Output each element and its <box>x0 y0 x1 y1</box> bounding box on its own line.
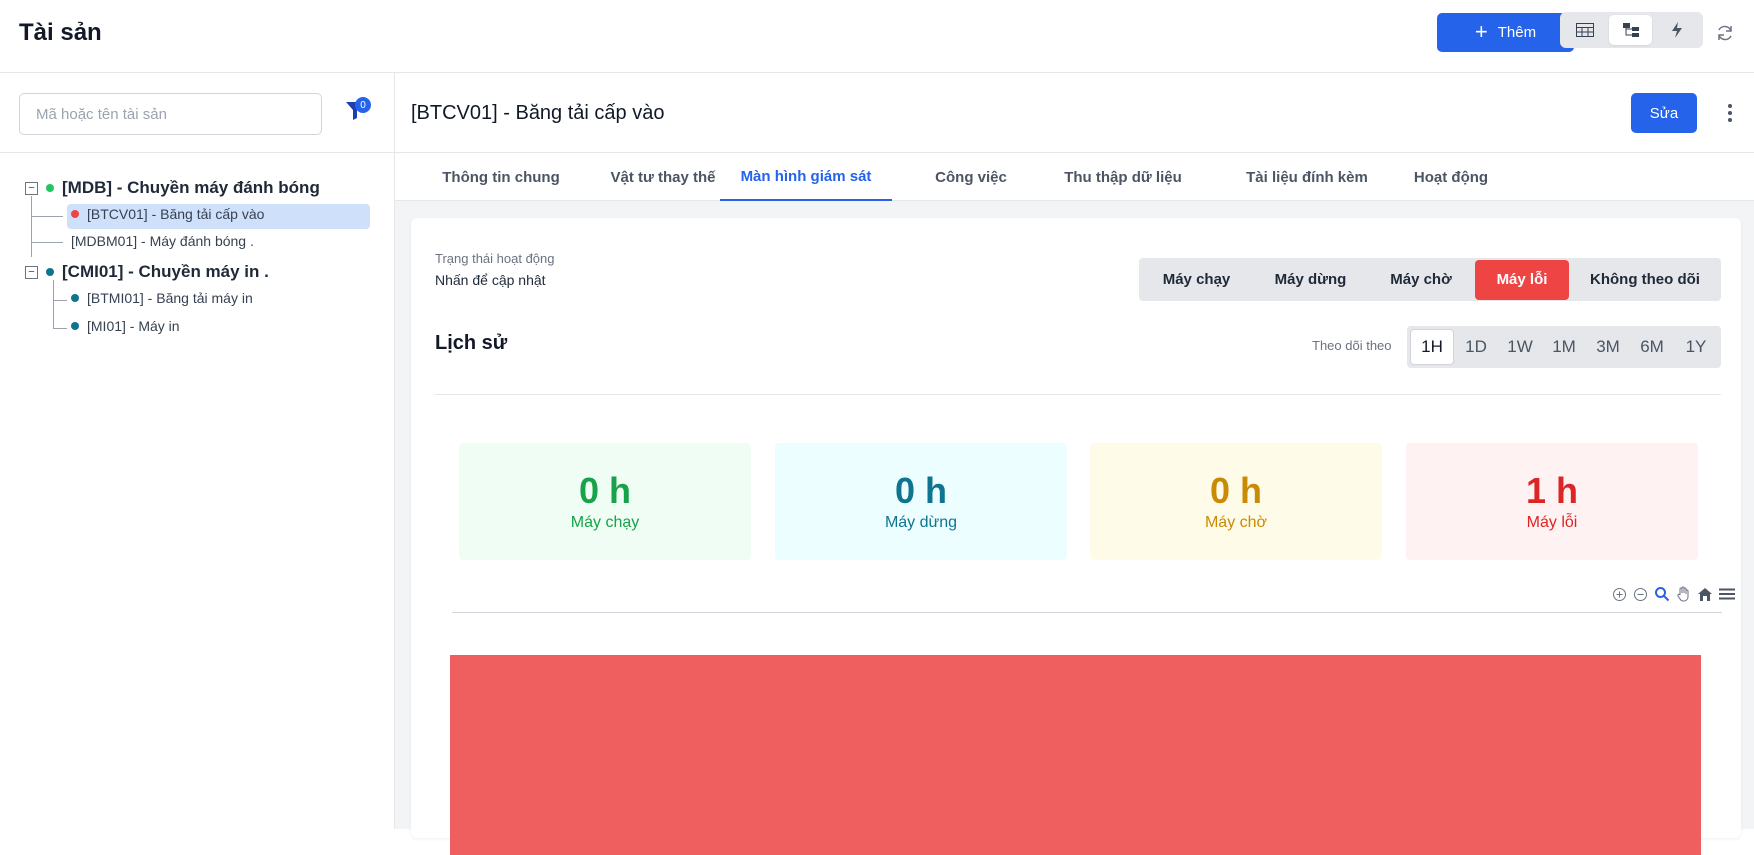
follow-by-label: Theo dõi theo <box>1312 338 1392 353</box>
status-dot <box>71 294 79 302</box>
tab-data-collection[interactable]: Thu thập dữ liệu <box>1025 153 1221 201</box>
tab-spare-parts[interactable]: Vật tư thay thế <box>583 153 743 201</box>
range-1m[interactable]: 1M <box>1542 329 1586 365</box>
zoom-select-icon[interactable] <box>1654 586 1670 602</box>
tree-connector <box>53 280 54 328</box>
status-dot <box>71 322 79 330</box>
status-selector: Máy chạy Máy dừng Máy chờ Máy lỗi Không … <box>1139 258 1721 301</box>
range-1w[interactable]: 1W <box>1498 329 1542 365</box>
filter-button[interactable]: 0 <box>345 97 371 125</box>
range-1y[interactable]: 1Y <box>1674 329 1718 365</box>
stat-label: Máy chờ <box>1204 514 1268 532</box>
edit-button[interactable]: Sửa <box>1631 93 1697 133</box>
stat-idle: 0 h Máy chờ <box>1090 443 1382 560</box>
chart-gridline <box>452 612 1722 613</box>
pan-icon[interactable] <box>1676 586 1691 602</box>
top-header: Tài sản + Thêm <box>0 0 1754 73</box>
detail-tabs: Thông tin chung Vật tư thay thế Màn hình… <box>395 153 1754 201</box>
stat-label: Máy chạy <box>570 514 640 532</box>
tree-node-label: [BTCV01] - Băng tải cấp vào <box>87 206 265 222</box>
stat-value: 0 h <box>578 469 631 511</box>
refresh-icon <box>1718 25 1732 41</box>
detail-header: [BTCV01] - Băng tải cấp vào Sửa <box>395 73 1754 153</box>
stat-value: 1 h <box>1525 469 1578 511</box>
monitoring-card: Trạng thái hoạt động Nhấn để cập nhật Má… <box>411 218 1741 855</box>
tree-connector <box>53 328 67 329</box>
asset-title: [BTCV01] - Băng tải cấp vào <box>411 102 665 124</box>
tab-attachments[interactable]: Tài liệu đính kèm <box>1217 153 1397 201</box>
table-icon <box>1575 23 1594 37</box>
range-3m[interactable]: 3M <box>1586 329 1630 365</box>
stat-error: 1 h Máy lỗi <box>1406 443 1698 560</box>
tree-icon <box>1622 23 1639 37</box>
tab-general-info[interactable]: Thông tin chung <box>435 153 567 201</box>
section-divider <box>435 394 1721 395</box>
tab-monitoring[interactable]: Màn hình giám sát <box>720 153 892 201</box>
status-dot <box>46 268 54 276</box>
tree-node-label: [MI01] - Máy in <box>87 318 180 334</box>
lightning-icon <box>1671 22 1682 38</box>
more-options-icon[interactable] <box>1725 101 1735 125</box>
stat-label: Máy lỗi <box>1526 514 1578 532</box>
collapse-icon[interactable]: − <box>25 181 38 195</box>
page-title: Tài sản <box>19 19 102 46</box>
zoom-out-icon[interactable] <box>1633 587 1648 602</box>
range-1d[interactable]: 1D <box>1454 329 1498 365</box>
range-6m[interactable]: 6M <box>1630 329 1674 365</box>
asset-detail-panel: [BTCV01] - Băng tải cấp vào Sửa Thông ti… <box>395 73 1754 855</box>
zoom-in-icon[interactable] <box>1612 587 1627 602</box>
status-dot <box>71 210 79 218</box>
view-mode-switch <box>1560 12 1703 48</box>
tree-connector <box>31 242 63 243</box>
tree-connector <box>53 300 67 301</box>
tree-connector <box>31 216 63 217</box>
tree-view-button[interactable] <box>1609 15 1652 45</box>
sidebar-search-row: 0 <box>0 73 394 153</box>
stat-stopped: 0 h Máy dừng <box>775 443 1067 560</box>
tab-activity[interactable]: Hoạt động <box>1395 153 1507 201</box>
tree-node-mi01[interactable]: [MI01] - Máy in <box>71 318 180 334</box>
add-button[interactable]: + Thêm <box>1437 13 1574 52</box>
status-stopped-button[interactable]: Máy dừng <box>1254 260 1367 300</box>
tree-node-label: [CMI01] - Chuyền máy in . <box>62 262 269 281</box>
status-dot <box>46 184 54 192</box>
chart-toolbar <box>1585 585 1735 603</box>
status-timeline-bar <box>450 655 1701 855</box>
status-label: Trạng thái hoạt động <box>435 251 555 266</box>
tab-work[interactable]: Công việc <box>907 153 1035 201</box>
status-running-button[interactable]: Máy chạy <box>1139 260 1254 300</box>
filter-count-badge: 0 <box>355 97 371 113</box>
tree-node-cmi01[interactable]: − [CMI01] - Chuyền máy in . <box>25 262 269 282</box>
table-view-button[interactable] <box>1563 15 1606 45</box>
quick-view-button[interactable] <box>1655 15 1698 45</box>
history-title: Lịch sử <box>435 332 508 354</box>
tree-node-btcv01[interactable]: [BTCV01] - Băng tải cấp vào <box>71 206 264 222</box>
tree-node-mdbm01[interactable]: [MDBM01] - Máy đánh bóng . <box>71 233 254 249</box>
menu-icon[interactable] <box>1719 588 1735 600</box>
stat-value: 0 h <box>894 469 947 511</box>
range-1h[interactable]: 1H <box>1410 329 1454 365</box>
status-hint: Nhấn để cập nhật <box>435 272 546 288</box>
status-idle-button[interactable]: Máy chờ <box>1367 260 1475 300</box>
stat-running: 0 h Máy chạy <box>459 443 751 560</box>
tree-node-label: [BTMI01] - Băng tải máy in <box>87 290 253 306</box>
tree-node-label: [MDB] - Chuyền máy đánh bóng <box>62 178 320 197</box>
stat-value: 0 h <box>1209 469 1262 511</box>
tree-node-mdb[interactable]: − [MDB] - Chuyền máy đánh bóng <box>25 178 320 198</box>
stat-label: Máy dừng <box>884 514 958 532</box>
plus-icon: + <box>1474 18 1488 44</box>
asset-search-input[interactable] <box>19 93 322 135</box>
status-error-button[interactable]: Máy lỗi <box>1475 259 1569 300</box>
status-untracked-button[interactable]: Không theo dõi <box>1569 260 1721 300</box>
tree-node-label: [MDBM01] - Máy đánh bóng . <box>71 233 254 249</box>
add-button-label: Thêm <box>1497 24 1537 41</box>
home-icon[interactable] <box>1697 587 1713 602</box>
collapse-icon[interactable]: − <box>25 265 38 279</box>
time-range-selector: 1H 1D 1W 1M 3M 6M 1Y <box>1407 326 1721 368</box>
tree-node-btmi01[interactable]: [BTMI01] - Băng tải máy in <box>71 290 253 306</box>
tree-connector <box>31 196 32 257</box>
refresh-button[interactable] <box>1713 21 1737 45</box>
